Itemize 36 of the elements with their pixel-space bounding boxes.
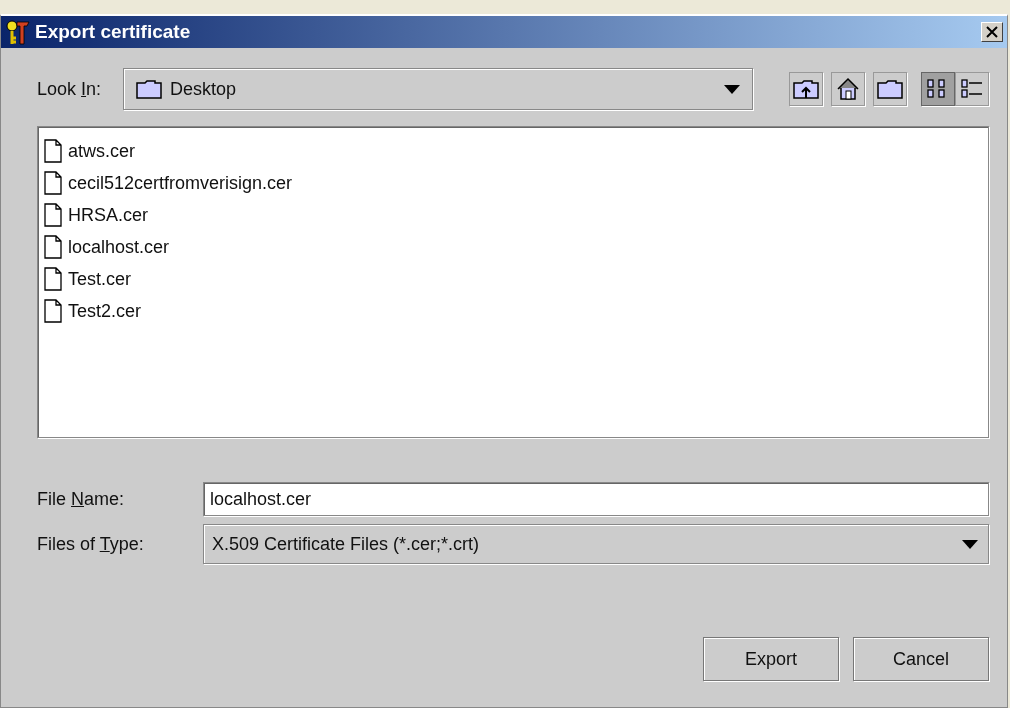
new-folder-button[interactable] <box>873 72 907 106</box>
document-icon <box>44 139 62 163</box>
details-view-button[interactable] <box>955 72 989 106</box>
up-button[interactable] <box>789 72 823 106</box>
details-view-icon <box>960 78 984 100</box>
file-type-label: Files of Type: <box>37 533 144 554</box>
file-item[interactable]: cecil512certfromverisign.cer <box>44 169 297 197</box>
look-in-label: Look In: <box>37 78 102 100</box>
home-icon <box>836 77 860 101</box>
close-button[interactable] <box>981 22 1003 42</box>
folder-up-icon <box>793 78 819 100</box>
home-button[interactable] <box>831 72 865 106</box>
document-icon <box>44 299 62 323</box>
document-icon <box>44 267 62 291</box>
file-item[interactable]: Test.cer <box>44 265 136 293</box>
file-name-field[interactable]: localhost.cer <box>203 482 989 516</box>
file-item[interactable]: localhost.cer <box>44 233 174 261</box>
caret-icon <box>962 539 978 549</box>
folder-icon <box>136 79 163 99</box>
key-hammer-icon <box>5 18 31 46</box>
document-icon <box>44 203 62 227</box>
file-item[interactable]: Test2.cer <box>44 297 146 325</box>
folder-icon <box>877 79 903 99</box>
window-title: Export certificate <box>35 21 192 43</box>
file-type-dropdown[interactable]: X.509 Certificate Files (*.cer;*.crt) <box>203 524 989 564</box>
cancel-button[interactable]: Cancel <box>853 637 989 681</box>
document-icon <box>44 235 62 259</box>
export-button[interactable]: Export <box>703 637 839 681</box>
look-in-dropdown[interactable]: Desktop <box>123 68 753 110</box>
file-item[interactable]: atws.cer <box>44 137 140 165</box>
caret-icon <box>724 84 740 94</box>
file-item[interactable]: HRSA.cer <box>44 201 152 229</box>
list-view-button[interactable] <box>921 72 955 106</box>
file-name-label: File Name: <box>37 488 125 509</box>
document-icon <box>44 171 62 195</box>
close-icon <box>986 26 998 38</box>
